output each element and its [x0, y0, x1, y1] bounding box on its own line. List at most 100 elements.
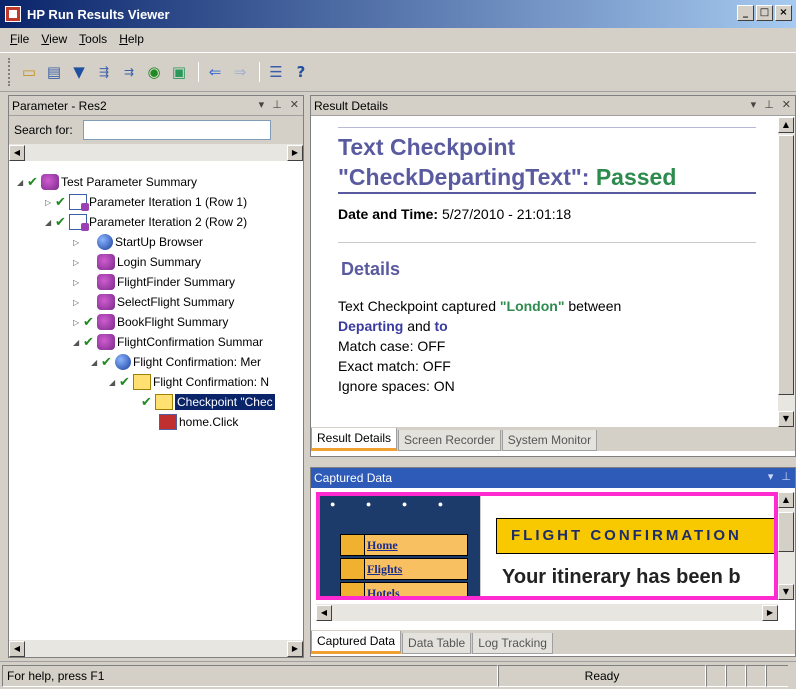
- site-nav-column: ● ● ● ● Home Flights Hotels: [320, 496, 480, 596]
- expand-icon[interactable]: ▷: [73, 278, 83, 287]
- pin-icon[interactable]: ⊥: [781, 470, 791, 483]
- tree-node-checkpoint[interactable]: ✔ Checkpoint "Chec: [141, 392, 275, 412]
- tab-screen-recorder[interactable]: Screen Recorder: [398, 430, 501, 451]
- tree-node-flightfinder-summary[interactable]: ▷ FlightFinder Summary: [73, 272, 235, 292]
- scroll-right-icon[interactable]: ▶: [287, 640, 303, 657]
- tree-node-label: Flight Confirmation: N: [153, 375, 270, 389]
- checkpoint-icon: [155, 394, 173, 410]
- tree-node-bookflight-summary[interactable]: ▷ ✔ BookFlight Summary: [73, 312, 228, 332]
- scroll-left-icon[interactable]: ◀: [9, 144, 25, 161]
- collapse-icon[interactable]: ◢: [73, 338, 83, 347]
- tree-node-flight-confirmation-step[interactable]: ◢ ✔ Flight Confirmation: N: [109, 372, 269, 392]
- menu-help[interactable]: Help: [113, 32, 150, 46]
- toolbar-grip[interactable]: [8, 58, 12, 86]
- tree-node-login-summary[interactable]: ▷ Login Summary: [73, 252, 201, 272]
- tree-node-iteration-1[interactable]: ▷ ✔ Parameter Iteration 1 (Row 1): [45, 192, 247, 212]
- scroll-up-icon[interactable]: ▲: [778, 117, 794, 133]
- tree-node-iteration-2[interactable]: ◢ ✔ Parameter Iteration 2 (Row 2): [45, 212, 247, 232]
- captured-horizontal-scrollbar[interactable]: ◀ ▶: [316, 604, 778, 621]
- collapse-icon[interactable]: ◢: [45, 218, 55, 227]
- tree-node-home-click[interactable]: home.Click: [159, 412, 238, 432]
- collapse-icon[interactable]: ◢: [91, 358, 101, 367]
- tree-node-selectflight-summary[interactable]: ▷ SelectFlight Summary: [73, 292, 234, 312]
- scroll-down-icon[interactable]: ▼: [778, 584, 794, 600]
- help-icon[interactable]: ?: [290, 61, 312, 83]
- tree-node-flight-confirmation-page[interactable]: ◢ ✔ Flight Confirmation: Mer: [91, 352, 261, 372]
- scroll-left-icon[interactable]: ◀: [316, 604, 332, 621]
- tree-node-test-parameter-summary[interactable]: ◢ ✔ Test Parameter Summary: [17, 172, 197, 192]
- exact-match: Exact match: OFF: [338, 358, 451, 374]
- result-vertical-scrollbar[interactable]: ▲ ▼: [778, 117, 795, 427]
- tree-node-label: StartUp Browser: [115, 235, 204, 249]
- tree-top-scrollbar[interactable]: ◀ ▶: [9, 144, 303, 161]
- tree-node-startup-browser[interactable]: ▷ StartUp Browser: [73, 232, 203, 252]
- result-details-header: Result Details ▾ ⊥ ✕: [311, 96, 795, 116]
- tab-captured-data[interactable]: Captured Data: [311, 631, 402, 654]
- expand-icon[interactable]: ▷: [73, 298, 83, 307]
- tree-collapse-icon[interactable]: ⇉: [118, 61, 140, 83]
- back-icon[interactable]: ⇐: [204, 61, 226, 83]
- menu-bar: File View Tools Help: [0, 28, 796, 50]
- tab-result-details[interactable]: Result Details: [311, 428, 398, 451]
- summary-icon: [41, 174, 59, 190]
- scroll-down-icon[interactable]: ▼: [778, 411, 794, 427]
- scroll-left-icon[interactable]: ◀: [9, 640, 25, 657]
- scroll-up-icon[interactable]: ▲: [778, 492, 794, 508]
- captured-vertical-scrollbar[interactable]: ▲ ▼: [778, 492, 795, 600]
- tree-node-label: FlightConfirmation Summar: [117, 335, 264, 349]
- nav-link-home[interactable]: Home: [340, 534, 468, 556]
- ignore-spaces: Ignore spaces: ON: [338, 378, 455, 394]
- refresh-icon[interactable]: ◉: [143, 61, 165, 83]
- panel-menu-icon[interactable]: ▾: [751, 98, 757, 111]
- check-icon: ✔: [83, 334, 94, 350]
- expand-icon[interactable]: ▷: [45, 198, 55, 207]
- tab-data-table[interactable]: Data Table: [402, 633, 472, 654]
- scroll-thumb[interactable]: [778, 512, 794, 552]
- toolbar: ▭ ▤ ▼ ⇶ ⇉ ◉ ▣ ⇐ ⇒ ☰ ?: [0, 52, 796, 92]
- close-button[interactable]: ×: [775, 5, 792, 21]
- open-icon[interactable]: ▭: [18, 61, 40, 83]
- pin-icon[interactable]: ⊥: [272, 98, 282, 111]
- tree-node-label: Flight Confirmation: Mer: [133, 355, 262, 369]
- print-icon[interactable]: ▤: [43, 61, 65, 83]
- collapse-icon[interactable]: ◢: [17, 178, 27, 187]
- menu-view[interactable]: View: [35, 32, 73, 46]
- tree-bottom-scrollbar[interactable]: ◀ ▶: [9, 640, 303, 657]
- scroll-thumb[interactable]: [778, 135, 794, 395]
- close-icon[interactable]: ✕: [782, 98, 791, 111]
- close-icon[interactable]: ✕: [290, 98, 299, 111]
- menu-tools[interactable]: Tools: [73, 32, 113, 46]
- flight-confirmation-banner: FLIGHT CONFIRMATION: [496, 518, 774, 554]
- checkpoint-heading: Text Checkpoint "CheckDepartingText": Pa…: [338, 134, 677, 190]
- collapse-icon[interactable]: ◢: [109, 378, 119, 387]
- tab-system-monitor[interactable]: System Monitor: [501, 430, 598, 451]
- panel-menu-icon[interactable]: ▾: [768, 470, 774, 483]
- minimize-button[interactable]: _: [737, 5, 754, 21]
- menu-file[interactable]: File: [4, 32, 35, 46]
- match-case: Match case: OFF: [338, 338, 446, 354]
- resize-grip[interactable]: [766, 664, 788, 687]
- scroll-right-icon[interactable]: ▶: [762, 604, 778, 621]
- list-icon[interactable]: ☰: [265, 61, 287, 83]
- tree-node-flightconfirmation-summary[interactable]: ◢ ✔ FlightConfirmation Summar: [73, 332, 263, 352]
- captured-data-panel: Captured Data ▾ ⊥ ● ● ● ● Home Flights H…: [310, 467, 796, 657]
- search-input[interactable]: [82, 120, 271, 140]
- expand-icon[interactable]: ▷: [73, 258, 83, 267]
- export-icon[interactable]: ▣: [168, 61, 190, 83]
- nav-link-hotels[interactable]: Hotels: [340, 582, 468, 596]
- nav-link-flights[interactable]: Flights: [340, 558, 468, 580]
- tree-expand-icon[interactable]: ⇶: [93, 61, 115, 83]
- panel-menu-icon[interactable]: ▾: [259, 98, 265, 111]
- summary-icon: [97, 334, 115, 350]
- scroll-right-icon[interactable]: ▶: [287, 144, 303, 161]
- pin-icon[interactable]: ⊥: [764, 98, 774, 111]
- parameter-panel-header: Parameter - Res2 ▾ ⊥ ✕: [9, 96, 303, 116]
- maximize-button[interactable]: □: [756, 5, 773, 21]
- tab-log-tracking[interactable]: Log Tracking: [472, 633, 553, 654]
- iteration-icon: [69, 214, 89, 231]
- tree-node-label: Test Parameter Summary: [61, 175, 198, 189]
- expand-icon[interactable]: ▷: [73, 318, 83, 327]
- filter-icon[interactable]: ▼: [68, 61, 90, 83]
- forward-icon[interactable]: ⇒: [229, 61, 251, 83]
- expand-icon[interactable]: ▷: [73, 238, 83, 247]
